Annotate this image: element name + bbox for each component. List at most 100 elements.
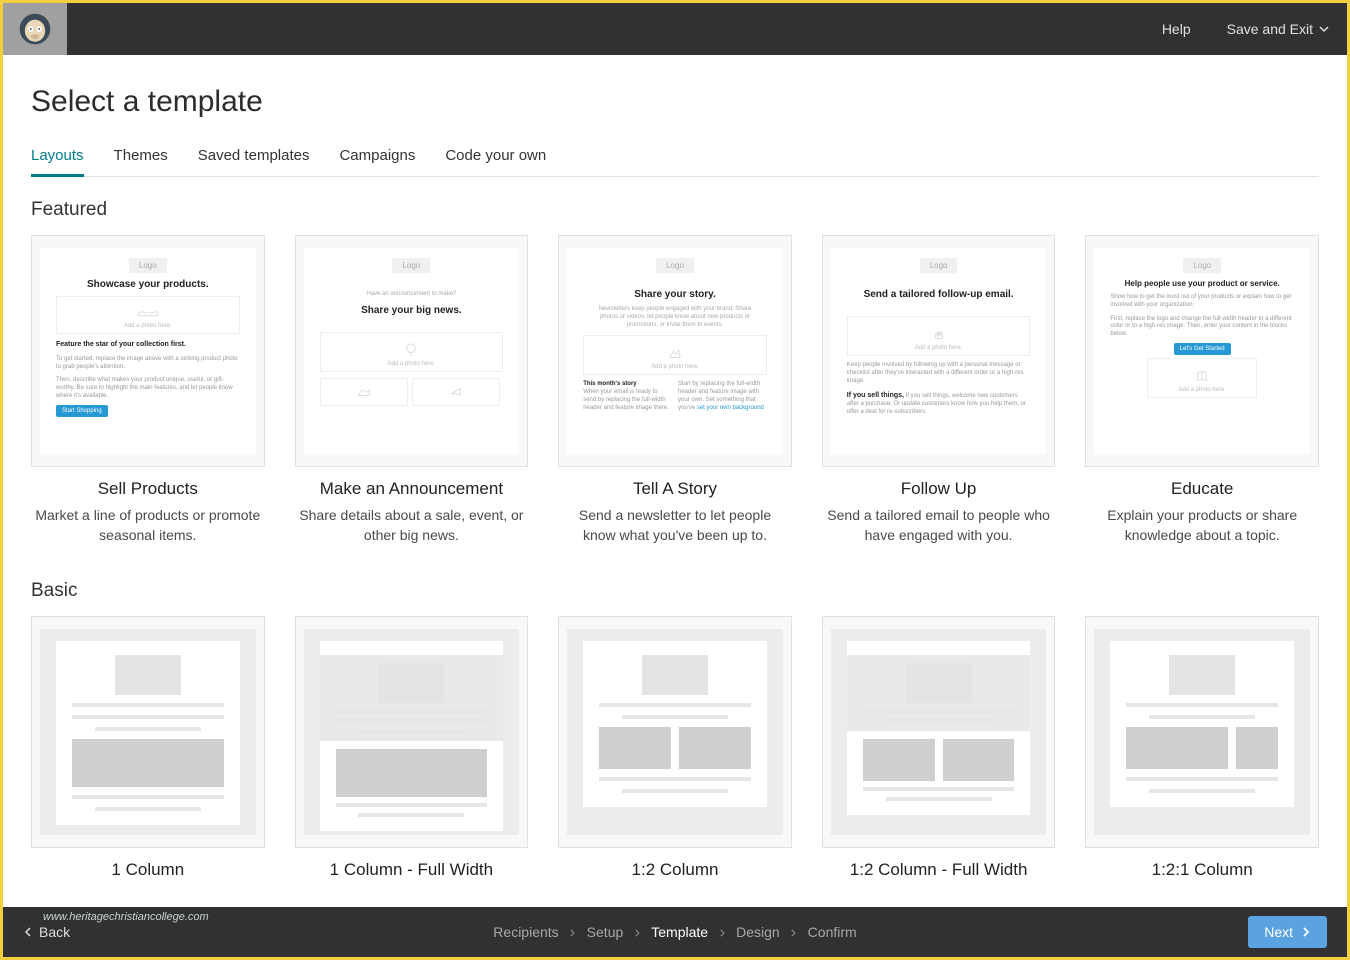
preview-eyebrow: Have an announcement to make?	[329, 291, 494, 299]
balloon-sketch-icon	[404, 343, 418, 357]
template-tabs: Layouts Themes Saved templates Campaigns…	[31, 147, 1319, 177]
page-title: Select a template	[31, 85, 1319, 119]
preview-logo-chip: Logo	[129, 258, 167, 273]
preview-logo-chip: Logo	[1183, 258, 1221, 273]
template-preview	[1085, 616, 1319, 848]
chevron-right-icon	[718, 924, 726, 940]
chevron-right-icon	[790, 924, 798, 940]
card-title: 1 Column	[31, 860, 265, 880]
card-title: 1:2:1 Column	[1085, 860, 1319, 880]
card-description: Send a newsletter to let people know wha…	[558, 505, 792, 546]
chevron-left-icon	[23, 924, 33, 940]
step-confirm[interactable]: Confirm	[808, 924, 857, 940]
tab-saved-templates[interactable]: Saved templates	[198, 147, 310, 176]
chevron-down-icon	[1319, 21, 1329, 37]
template-preview	[822, 616, 1056, 848]
chevron-right-icon	[1301, 924, 1311, 940]
wizard-footer: www.heritagechristiancollege.com Back Re…	[3, 907, 1347, 957]
back-label: Back	[39, 924, 70, 940]
template-card-1-2-1-column[interactable]: 1:2:1 Column	[1085, 616, 1319, 880]
preview-photo-label: Add a photo here.	[1178, 387, 1226, 393]
preview-headline: Help people use your product or service.	[1125, 279, 1280, 288]
preview-headline: Share your story.	[634, 289, 716, 300]
save-exit-label: Save and Exit	[1227, 21, 1313, 37]
preview-headline: Send a tailored follow-up email.	[864, 289, 1014, 300]
preview-body: To get started, replace the image above …	[56, 356, 240, 372]
preview-cta-button: Let's Get Started	[1174, 343, 1231, 355]
preview-headline: Share your big news.	[361, 305, 462, 316]
shoe-sketch-icon	[136, 307, 160, 319]
section-heading-featured: Featured	[31, 199, 1319, 221]
horn-sketch-icon	[449, 385, 463, 399]
section-heading-basic: Basic	[31, 580, 1319, 602]
template-card-sell-products[interactable]: Logo Showcase your products. Add a photo…	[31, 235, 265, 546]
template-card-1-2-column[interactable]: 1:2 Column	[558, 616, 792, 880]
chevron-right-icon	[633, 924, 641, 940]
preview-logo-chip: Logo	[392, 258, 430, 273]
tab-campaigns[interactable]: Campaigns	[339, 147, 415, 176]
top-bar: Help Save and Exit	[3, 3, 1347, 55]
tab-code-your-own[interactable]: Code your own	[445, 147, 546, 176]
next-label: Next	[1264, 924, 1293, 940]
template-preview: Logo Help people use your product or ser…	[1085, 235, 1319, 467]
preview-body: Keep people involved by following up wit…	[847, 362, 1031, 385]
help-link[interactable]: Help	[1144, 21, 1209, 37]
chevron-right-icon	[569, 924, 577, 940]
mountain-sketch-icon	[668, 346, 682, 360]
card-title: 1 Column - Full Width	[295, 860, 529, 880]
preview-photo-label: Add a photo here.	[388, 361, 436, 367]
card-title: Educate	[1085, 479, 1319, 499]
card-title: 1:2 Column	[558, 860, 792, 880]
card-title: 1:2 Column - Full Width	[822, 860, 1056, 880]
preview-photo-label: Add a photo here.	[651, 364, 699, 370]
card-title: Tell A Story	[558, 479, 792, 499]
template-card-1-2-column-full-width[interactable]: 1:2 Column - Full Width	[822, 616, 1056, 880]
preview-cta-button: Start Shopping	[56, 405, 108, 417]
template-card-educate[interactable]: Logo Help people use your product or ser…	[1085, 235, 1319, 546]
preview-subhead: Feature the star of your collection firs…	[56, 341, 186, 348]
tab-layouts[interactable]: Layouts	[31, 147, 84, 177]
template-preview: Logo Share your story. Newsletters keep …	[558, 235, 792, 467]
card-description: Market a line of products or promote sea…	[31, 505, 265, 546]
dino-sketch-icon	[357, 385, 371, 399]
template-card-announcement[interactable]: Logo Have an announcement to make? Share…	[295, 235, 529, 546]
hand-wave-sketch-icon	[932, 327, 946, 341]
preview-logo-chip: Logo	[656, 258, 694, 273]
preview-col-text: When your email is ready to send by repl…	[583, 389, 669, 411]
template-card-tell-a-story[interactable]: Logo Share your story. Newsletters keep …	[558, 235, 792, 546]
app-logo[interactable]	[3, 3, 67, 55]
card-title: Make an Announcement	[295, 479, 529, 499]
template-preview	[295, 616, 529, 848]
template-preview: Logo Showcase your products. Add a photo…	[31, 235, 265, 467]
preview-body: Show how to get the most out of your pro…	[1110, 294, 1294, 310]
mailchimp-logo-icon	[18, 12, 52, 46]
wizard-steps: Recipients Setup Template Design Confirm	[493, 924, 856, 940]
card-description: Share details about a sale, event, or ot…	[295, 505, 529, 546]
next-button[interactable]: Next	[1248, 916, 1327, 948]
template-preview: Logo Have an announcement to make? Share…	[295, 235, 529, 467]
preview-logo-chip: Logo	[920, 258, 958, 273]
featured-grid: Logo Showcase your products. Add a photo…	[31, 235, 1319, 546]
card-description: Send a tailored email to people who have…	[822, 505, 1056, 546]
save-exit-link[interactable]: Save and Exit	[1209, 21, 1347, 37]
card-title: Follow Up	[822, 479, 1056, 499]
step-design[interactable]: Design	[736, 924, 780, 940]
template-card-1-column-full-width[interactable]: 1 Column - Full Width	[295, 616, 529, 880]
preview-photo-label: Add a photo here.	[915, 345, 963, 351]
step-template[interactable]: Template	[651, 924, 708, 940]
preview-body: First, replace the logo and change the f…	[1110, 316, 1294, 339]
card-title: Sell Products	[31, 479, 265, 499]
preview-body: Then, describe what makes your product u…	[56, 377, 240, 400]
step-recipients[interactable]: Recipients	[493, 924, 558, 940]
book-sketch-icon	[1195, 369, 1209, 383]
basic-grid: 1 Column 1 Column - Full	[31, 616, 1319, 880]
back-button[interactable]: Back	[23, 924, 70, 940]
template-preview	[31, 616, 265, 848]
template-preview	[558, 616, 792, 848]
template-card-follow-up[interactable]: Logo Send a tailored follow-up email. Ad…	[822, 235, 1056, 546]
main-content: Select a template Layouts Themes Saved t…	[3, 55, 1347, 907]
step-setup[interactable]: Setup	[587, 924, 624, 940]
preview-link: set your own background	[697, 405, 764, 411]
template-card-1-column[interactable]: 1 Column	[31, 616, 265, 880]
tab-themes[interactable]: Themes	[114, 147, 168, 176]
